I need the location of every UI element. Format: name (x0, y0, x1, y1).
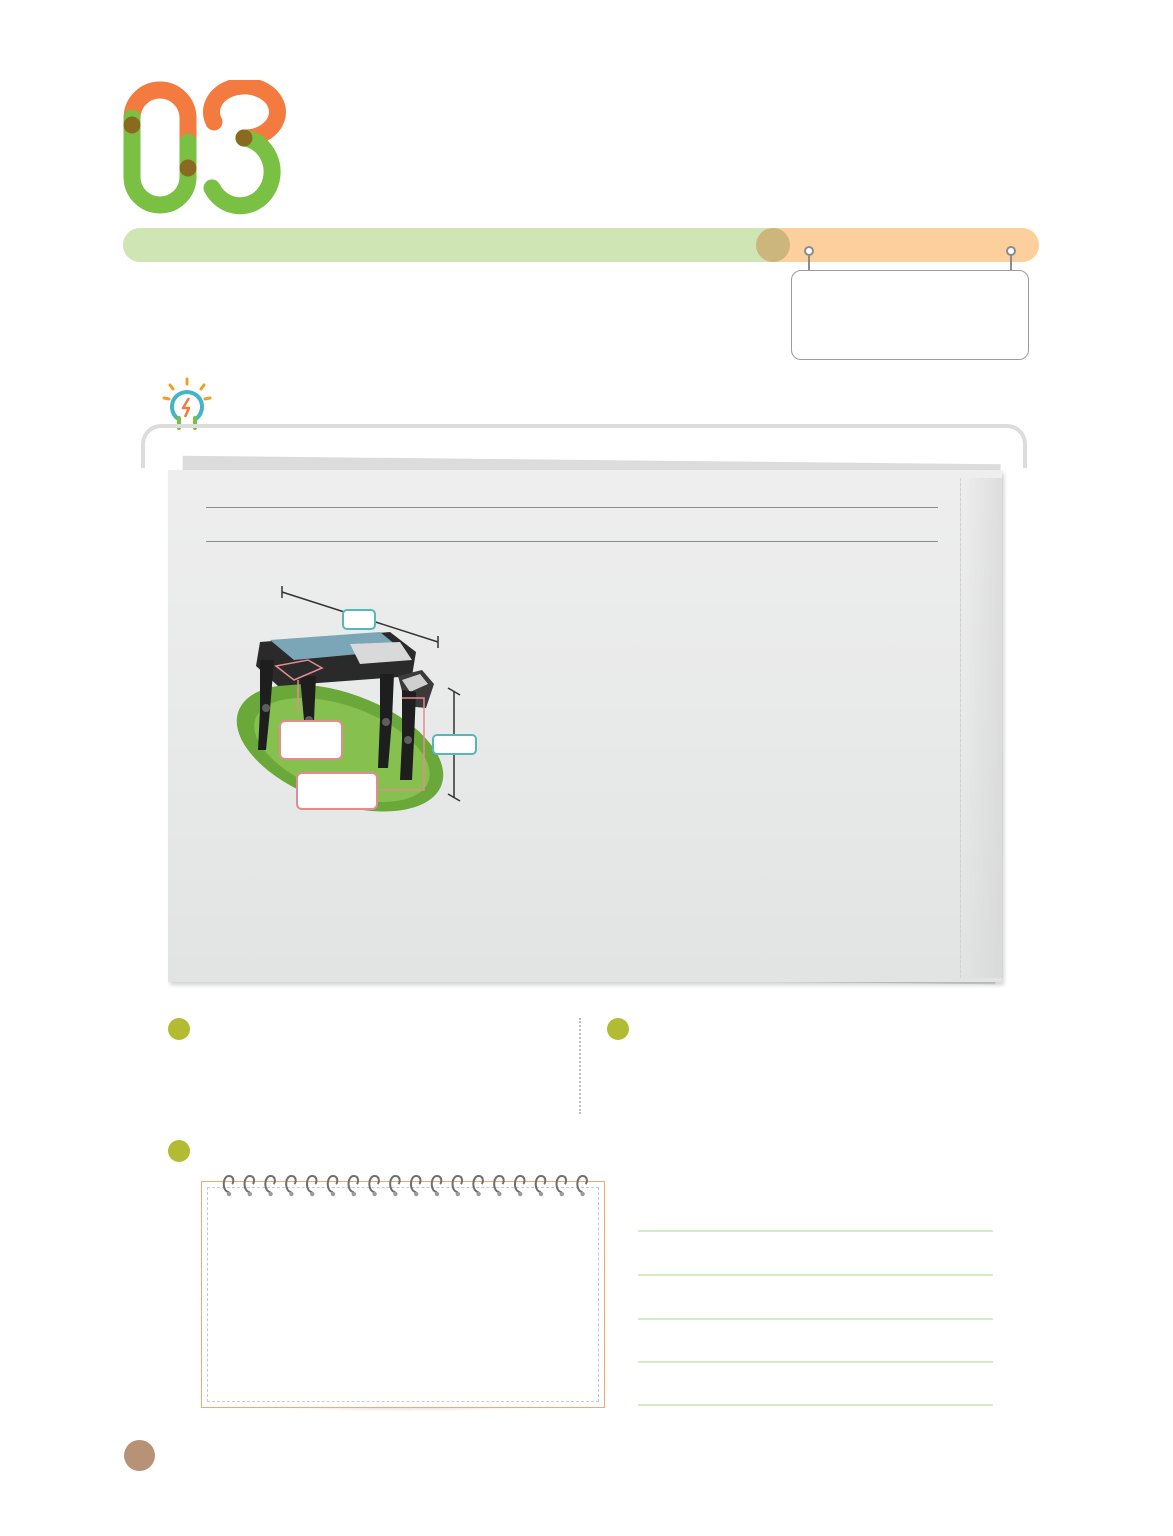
section-bullet-bottom (168, 1140, 190, 1162)
spiral-hole (393, 1191, 398, 1197)
section-right-text (640, 1018, 1000, 1108)
spiral-ring (368, 1174, 380, 1193)
spiral-hole (518, 1191, 523, 1197)
spiral-ring (409, 1174, 422, 1193)
answer-line-5[interactable] (638, 1404, 993, 1406)
spiral-hole (330, 1191, 336, 1197)
spiral-hole (580, 1191, 585, 1197)
newspaper-rule-top (206, 507, 938, 508)
newspaper-rule-bottom (206, 541, 938, 542)
progress-fill (123, 228, 774, 262)
notepad-spiral-rings (222, 1174, 588, 1197)
page-marker-dot (124, 1440, 155, 1471)
digit-three-bottom (203, 129, 281, 215)
column-divider (579, 1018, 581, 1114)
spiral-ring (555, 1174, 568, 1193)
robot-length-tag (342, 609, 376, 630)
spiral-hole (497, 1191, 502, 1197)
spiral-ring (493, 1174, 505, 1193)
spiral-ring (576, 1174, 588, 1193)
progress-knob (756, 228, 791, 262)
spiral-ring (513, 1174, 526, 1193)
spiral-hole (226, 1191, 232, 1197)
robot-height-tag (432, 734, 477, 755)
spiral-ring (285, 1174, 297, 1193)
spiral-hole (538, 1191, 544, 1197)
section-left-text (200, 1018, 560, 1108)
spiral-ring (534, 1174, 547, 1193)
spiral-hole (247, 1191, 252, 1197)
spiral-ring (389, 1174, 401, 1193)
robot-callout-box-1 (279, 720, 343, 760)
spiral-hole (268, 1191, 273, 1197)
answer-line-2[interactable] (638, 1274, 993, 1276)
notepad-writing-area[interactable] (207, 1187, 599, 1402)
spiral-hole (414, 1191, 419, 1197)
answer-line-1[interactable] (638, 1230, 993, 1232)
spiral-hole (476, 1191, 481, 1197)
spiral-ring (451, 1174, 464, 1193)
spiral-ring (472, 1174, 484, 1193)
section-bullet-right (607, 1018, 629, 1040)
spiral-ring (222, 1174, 235, 1193)
spiral-hole (289, 1191, 294, 1197)
spiral-hole (351, 1191, 356, 1197)
spiral-hole (455, 1191, 460, 1197)
spiral-ring (243, 1174, 256, 1193)
spiral-hole (372, 1191, 377, 1197)
spiral-hole (310, 1191, 315, 1197)
newspaper-fold-edge (960, 478, 1003, 978)
answer-line-3[interactable] (638, 1318, 993, 1320)
spiral-ring (264, 1174, 276, 1193)
spiral-ring (430, 1174, 443, 1193)
answer-line-4[interactable] (638, 1361, 993, 1363)
spiral-ring (305, 1174, 318, 1193)
spiral-ring (326, 1174, 339, 1193)
spiral-hole (434, 1191, 440, 1197)
chapter-number (123, 80, 286, 215)
notepad[interactable] (201, 1181, 605, 1408)
spiral-ring (347, 1174, 360, 1193)
section-bullet-left (168, 1018, 190, 1040)
hanging-sign (791, 270, 1029, 360)
digit-zero-top (123, 81, 197, 127)
spiral-hole (559, 1191, 564, 1197)
robot-callout-box-2 (296, 772, 378, 810)
